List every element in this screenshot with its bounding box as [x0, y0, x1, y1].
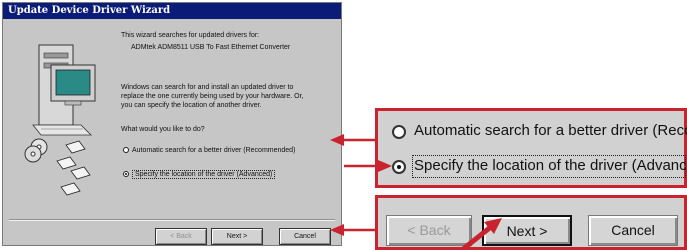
zoom-label-automatic: Automatic search for a better driver (Re…	[414, 122, 687, 139]
zoom-next-button[interactable]: Next >	[482, 215, 572, 246]
description-line-3: you can specify the location of another …	[121, 102, 262, 109]
cancel-button[interactable]: Cancel	[279, 228, 331, 245]
radio-label: Specify the location of the driver (Adva…	[132, 170, 276, 179]
next-button[interactable]: Next >	[211, 228, 263, 245]
wizard-dialog: Update Device Driver Wizard This wizard …	[2, 2, 342, 246]
back-button[interactable]: < Back	[155, 228, 207, 245]
zoom-buttons-panel: < Back Next > Cancel	[375, 195, 687, 250]
radio-label: Automatic search for a better driver (Re…	[132, 147, 296, 154]
dialog-client: This wizard searches for updated drivers…	[3, 19, 341, 245]
zoom-options-panel: Automatic search for a better driver (Re…	[375, 108, 687, 188]
dialog-title: Update Device Driver Wizard	[3, 3, 341, 19]
description-line-1: Windows can search for and install an up…	[121, 84, 294, 91]
focus-outline	[412, 155, 686, 178]
zoom-radio-automatic[interactable]	[392, 125, 406, 139]
radio-automatic-search[interactable]: Automatic search for a better driver (Re…	[123, 146, 295, 155]
computer-with-discs-icon	[24, 44, 96, 196]
radio-specify-location[interactable]: Specify the location of the driver (Adva…	[123, 170, 276, 179]
radio-button[interactable]	[123, 147, 129, 154]
intro-text: This wizard searches for updated drivers…	[121, 32, 260, 39]
description-line-2: replace the one currently being used by …	[121, 93, 304, 100]
zoom-radio-specify[interactable]	[392, 160, 406, 174]
device-name: ADMtek ADM8511 USB To Fast Ethernet Conv…	[131, 44, 291, 51]
question-text: What would you like to do?	[121, 126, 205, 133]
zoom-back-button[interactable]: < Back	[386, 215, 472, 246]
radio-button-selected[interactable]	[123, 171, 129, 178]
zoom-cancel-button[interactable]: Cancel	[588, 215, 678, 246]
separator	[9, 219, 335, 221]
